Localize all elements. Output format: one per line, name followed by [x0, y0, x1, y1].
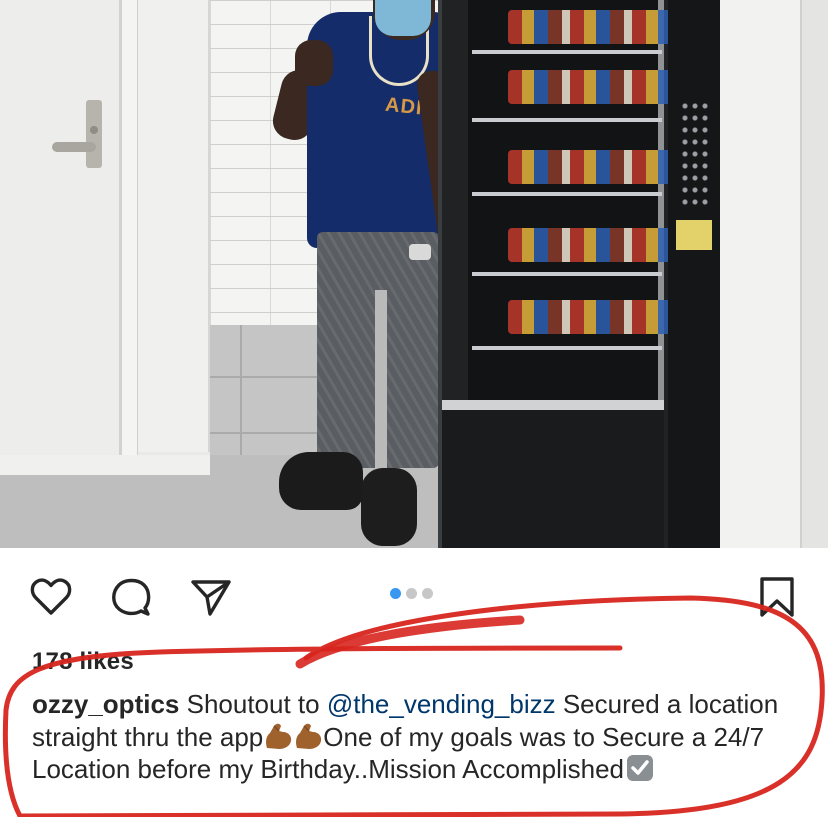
check-mark-button-emoji — [627, 755, 654, 781]
snack-shelf — [472, 346, 662, 350]
snack-row — [508, 10, 678, 44]
photo-baseboard — [0, 455, 210, 475]
comment-bubble-icon — [112, 578, 151, 616]
vending-machine — [438, 0, 720, 548]
carousel-dot — [422, 588, 433, 599]
snack-shelf — [472, 118, 662, 122]
snack-shelf — [472, 50, 662, 54]
person-left-hand — [295, 40, 333, 86]
flexed-biceps-emoji — [266, 723, 292, 749]
save-button[interactable] — [754, 574, 800, 620]
keypad-icon — [680, 100, 710, 210]
snack-row — [508, 228, 678, 262]
snack-shelf — [472, 192, 662, 196]
flexed-biceps-emoji — [296, 723, 322, 749]
caption-username[interactable]: ozzy_optics — [32, 689, 179, 719]
vending-machine-bin — [442, 400, 664, 548]
snack-shelf — [472, 272, 662, 276]
caption-mention-link[interactable]: @the_vending_bizz — [327, 689, 556, 719]
photo-person: ADIDAS — [265, 0, 473, 548]
snack-row — [508, 150, 678, 184]
person-face-mask — [375, 0, 431, 36]
bookmark-icon — [760, 577, 794, 617]
person-right-shoe — [361, 468, 417, 546]
person-leg-gap — [375, 290, 387, 468]
photo-wall-corner — [706, 0, 802, 548]
photo-pillar — [138, 0, 210, 452]
paper-plane-icon — [191, 580, 231, 616]
likes-count[interactable]: 178 likes — [32, 648, 134, 676]
caption-text: Shoutout to — [179, 689, 327, 719]
snack-row — [508, 70, 678, 104]
post-caption: ozzy_optics Shoutout to @the_vending_biz… — [32, 688, 812, 786]
snack-row — [508, 300, 678, 334]
vending-machine-panel — [668, 0, 720, 548]
person-watch — [409, 244, 431, 260]
person-left-shoe — [279, 452, 363, 510]
vending-machine-label — [676, 220, 712, 250]
carousel-dot-active — [390, 588, 401, 599]
photo-door-frame — [122, 0, 138, 460]
heart-icon — [30, 578, 72, 615]
door-handle-icon — [52, 100, 102, 168]
comment-button[interactable] — [108, 574, 154, 620]
carousel-indicator — [390, 588, 433, 599]
post-photo[interactable]: ADIDAS — [0, 0, 828, 548]
carousel-dot — [406, 588, 417, 599]
like-button[interactable] — [28, 574, 74, 620]
photo-door — [0, 0, 122, 470]
post-action-bar — [0, 548, 828, 644]
share-button[interactable] — [188, 574, 234, 620]
